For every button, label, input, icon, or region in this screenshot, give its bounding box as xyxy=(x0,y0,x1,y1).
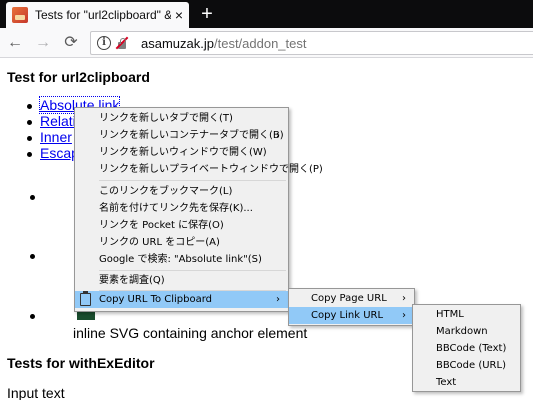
menu-open-container-tab[interactable]: リンクを新しいコンテナータブで開く(B) › xyxy=(75,127,288,144)
menu-item-label: HTML xyxy=(436,309,464,320)
menu-format-bbcode-url[interactable]: BBCode (URL) xyxy=(413,357,520,374)
menu-item-label: リンクを新しいタブで開く(T) xyxy=(99,113,233,124)
new-tab-button[interactable]: + xyxy=(195,2,219,26)
list-bullet xyxy=(27,120,32,125)
menu-open-new-window[interactable]: リンクを新しいウィンドウで開く(W) xyxy=(75,144,288,161)
tab-title: Tests for "url2clipboard" & "withExEdito… xyxy=(35,8,171,22)
forward-button[interactable]: → xyxy=(32,32,54,54)
menu-item-label: 名前を付けてリンク先を保存(K)... xyxy=(99,203,253,214)
menu-item-label: リンクの URL をコピー(A) xyxy=(99,237,220,248)
menu-item-label: リンクを新しいウィンドウで開く(W) xyxy=(99,147,267,158)
menu-item-label: 要素を調査(Q) xyxy=(99,275,165,286)
menu-separator xyxy=(99,180,286,181)
link-relative[interactable]: Relati xyxy=(40,113,76,129)
url-path: /test/addon_test xyxy=(213,35,307,51)
format-submenu: HTML Markdown BBCode (Text) BBCode (URL)… xyxy=(412,304,521,392)
back-button[interactable]: ← xyxy=(4,32,26,54)
submenu-arrow-icon: › xyxy=(276,294,280,305)
url-bar[interactable]: i asamuzak.jp/test/addon_test xyxy=(90,31,533,55)
heading-url2clipboard: Test for url2clipboard xyxy=(7,69,150,85)
menu-copy-link-url-submenu[interactable]: Copy Link URL › xyxy=(289,307,414,324)
menu-item-label: BBCode (Text) xyxy=(436,343,507,354)
menu-bookmark-link[interactable]: このリンクをブックマーク(L) xyxy=(75,183,288,200)
menu-copy-link-url[interactable]: リンクの URL をコピー(A) xyxy=(75,234,288,251)
submenu-arrow-icon: › xyxy=(402,310,406,321)
list-bullet xyxy=(27,104,32,109)
insecure-lock-icon[interactable] xyxy=(115,36,129,50)
reload-button[interactable]: ⟳ xyxy=(60,32,82,54)
menu-open-new-tab[interactable]: リンクを新しいタブで開く(T) xyxy=(75,110,288,127)
menu-format-markdown[interactable]: Markdown xyxy=(413,323,520,340)
menu-search-google[interactable]: Google で検索: "Absolute link"(S) xyxy=(75,251,288,268)
menu-copy-page-url[interactable]: Copy Page URL › xyxy=(289,290,414,307)
list-bullet xyxy=(30,254,35,259)
context-menu: リンクを新しいタブで開く(T) リンクを新しいコンテナータブで開く(B) › リン… xyxy=(74,107,323,312)
list-bullet xyxy=(27,136,32,141)
menu-format-html[interactable]: HTML xyxy=(413,306,520,323)
menu-item-label: リンクを新しいコンテナータブで開く(B) xyxy=(99,130,284,141)
navigation-bar: ← → ⟳ i asamuzak.jp/test/addon_test xyxy=(0,28,533,58)
menu-format-text[interactable]: Text xyxy=(413,374,520,391)
close-tab-icon[interactable]: × xyxy=(175,8,183,22)
list-bullet xyxy=(30,195,35,200)
submenu-arrow-icon: › xyxy=(276,130,280,141)
menu-item-label: BBCode (URL) xyxy=(436,360,506,371)
menu-copy-url-to-clipboard[interactable]: Copy URL To Clipboard › xyxy=(75,291,288,308)
menu-item-label: リンクを Pocket に保存(O) xyxy=(99,220,224,231)
list-bullet xyxy=(30,314,35,319)
submenu-arrow-icon: › xyxy=(402,293,406,304)
input-text-label: Input text xyxy=(7,385,65,400)
menu-item-label: Copy URL To Clipboard xyxy=(99,294,213,305)
menu-item-label: Copy Link URL xyxy=(311,310,384,321)
tab-bar: Tests for "url2clipboard" & "withExEdito… xyxy=(0,0,533,28)
info-icon[interactable]: i xyxy=(97,36,111,50)
link-inner[interactable]: Inner xyxy=(40,129,72,145)
browser-tab[interactable]: Tests for "url2clipboard" & "withExEdito… xyxy=(6,2,189,28)
menu-open-private-window[interactable]: リンクを新しいプライベートウィンドウで開く(P) xyxy=(75,161,323,178)
menu-inspect-element[interactable]: 要素を調査(Q) xyxy=(75,272,288,289)
menu-item-label: このリンクをブックマーク(L) xyxy=(99,186,233,197)
svg-caption: inline SVG containing anchor element xyxy=(73,325,308,341)
menu-save-link-as[interactable]: 名前を付けてリンク先を保存(K)... xyxy=(75,200,288,217)
menu-item-label: Text xyxy=(436,377,457,388)
menu-separator xyxy=(99,270,286,271)
menu-save-to-pocket[interactable]: リンクを Pocket に保存(O) xyxy=(75,217,288,234)
heading-withexeditor: Tests for withExEditor xyxy=(7,355,155,371)
menu-item-label: リンクを新しいプライベートウィンドウで開く(P) xyxy=(99,164,323,175)
copy-url-submenu: Copy Page URL › Copy Link URL › xyxy=(288,288,415,326)
clipboard-icon xyxy=(80,291,91,306)
menu-item-label: Copy Page URL xyxy=(311,293,387,304)
url-text[interactable]: asamuzak.jp/test/addon_test xyxy=(141,36,307,51)
menu-item-label: Google で検索: "Absolute link"(S) xyxy=(99,254,262,265)
menu-item-label: Markdown xyxy=(436,326,488,337)
url-domain: asamuzak.jp xyxy=(141,35,214,51)
list-bullet xyxy=(27,152,32,157)
favicon-icon xyxy=(12,7,28,23)
menu-format-bbcode-text[interactable]: BBCode (Text) xyxy=(413,340,520,357)
